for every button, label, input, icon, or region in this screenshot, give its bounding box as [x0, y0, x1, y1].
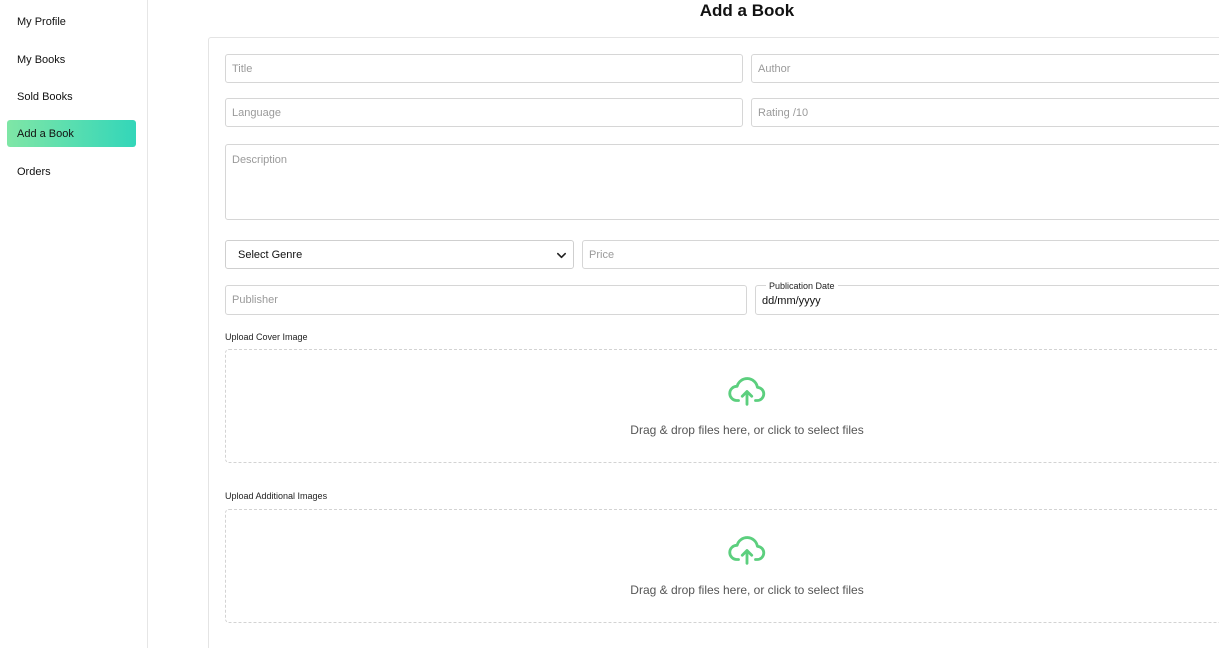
sidebar-item-label: Sold Books	[17, 90, 73, 103]
sidebar-item-sold-books[interactable]: Sold Books	[7, 83, 136, 110]
sidebar-item-my-books[interactable]: My Books	[7, 46, 136, 73]
sidebar-item-my-profile[interactable]: My Profile	[7, 8, 136, 35]
sidebar: My Profile My Books Sold Books Add a Boo…	[0, 0, 148, 648]
chevron-down-icon	[557, 252, 566, 259]
cover-dropzone-text: Drag & drop files here, or click to sele…	[630, 423, 864, 437]
publication-date-field[interactable]: Publication Date dd/mm/yyyy	[755, 281, 1219, 315]
cloud-upload-icon	[728, 377, 766, 406]
genre-select-value: Select Genre	[238, 248, 303, 261]
cover-dropzone[interactable]	[225, 349, 1219, 463]
rating-input[interactable]	[751, 98, 1219, 127]
additional-dropzone-text: Drag & drop files here, or click to sele…	[630, 583, 864, 597]
publisher-input[interactable]	[225, 285, 747, 315]
cover-upload-label: Upload Cover Image	[225, 332, 308, 342]
description-textarea[interactable]	[225, 144, 1219, 220]
title-input[interactable]	[225, 54, 743, 83]
publication-date-label: Publication Date	[766, 281, 838, 291]
sidebar-item-label: My Profile	[17, 15, 66, 28]
sidebar-item-orders[interactable]: Orders	[7, 158, 136, 185]
price-input[interactable]	[582, 240, 1219, 269]
publication-date-value: dd/mm/yyyy	[762, 295, 821, 307]
additional-dropzone[interactable]	[225, 509, 1219, 623]
author-input[interactable]	[751, 54, 1219, 83]
sidebar-item-label: My Books	[17, 53, 66, 66]
sidebar-item-label: Add a Book	[17, 127, 74, 140]
sidebar-item-add-a-book[interactable]: Add a Book	[7, 120, 136, 147]
sidebar-item-label: Orders	[17, 165, 51, 178]
additional-upload-label: Upload Additional Images	[225, 491, 328, 501]
genre-select[interactable]: Select Genre	[225, 240, 574, 269]
language-input[interactable]	[225, 98, 743, 127]
page-title: Add a Book	[699, 1, 795, 20]
cloud-upload-icon	[728, 536, 766, 565]
